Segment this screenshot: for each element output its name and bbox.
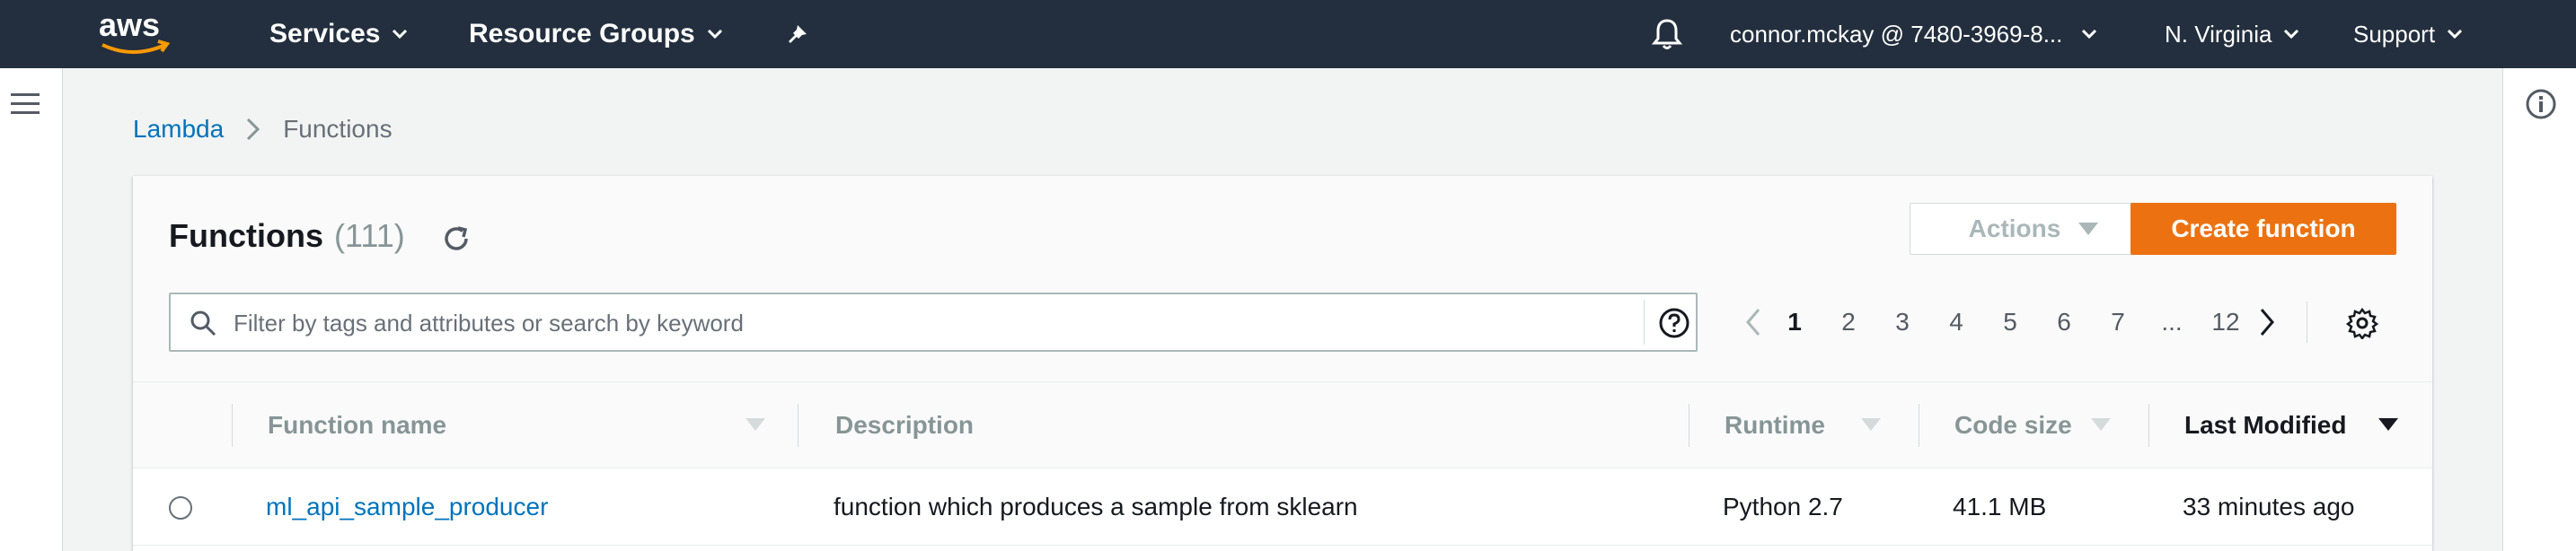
- function-code-size: 41.1 MB: [1953, 493, 2047, 520]
- side-navigation-rail: [0, 68, 63, 551]
- page-7[interactable]: 7: [2091, 308, 2145, 337]
- function-last-modified: 33 minutes ago: [2183, 493, 2355, 520]
- actions-button[interactable]: Actions: [1910, 203, 2157, 255]
- column-header-code-size[interactable]: Code size: [1954, 382, 2072, 468]
- function-runtime: Python 2.7: [1723, 493, 1843, 520]
- notifications-bell-icon[interactable]: [1649, 16, 1685, 52]
- page-3[interactable]: 3: [1875, 308, 1929, 337]
- sort-descending-icon[interactable]: [2378, 418, 2398, 431]
- page-5[interactable]: 5: [1983, 308, 2037, 337]
- chevron-down-icon: [2448, 30, 2463, 39]
- account-label: connor.mckay @ 7480-3969-8...: [1730, 20, 2063, 48]
- support-menu[interactable]: Support: [2353, 0, 2463, 68]
- breadcrumb-current: Functions: [283, 115, 393, 143]
- page-4[interactable]: 4: [1929, 308, 1983, 337]
- table-header: Function name Description Runtime Code s…: [133, 382, 2432, 468]
- functions-panel: Functions (111) Actions Create function: [133, 176, 2432, 551]
- create-function-button[interactable]: Create function: [2130, 203, 2396, 255]
- page-1[interactable]: 1: [1768, 308, 1822, 337]
- help-panel-rail: [2502, 68, 2576, 551]
- resource-groups-label: Resource Groups: [469, 19, 695, 48]
- column-header-function-name[interactable]: Function name: [268, 382, 446, 468]
- column-divider: [2148, 404, 2149, 447]
- top-navigation-bar: aws Services Resource Groups connor.mcka…: [0, 0, 2576, 68]
- chevron-down-icon: [393, 30, 408, 39]
- services-label: Services: [269, 19, 381, 48]
- sort-caret-icon[interactable]: [745, 418, 765, 431]
- refresh-icon[interactable]: [438, 221, 474, 257]
- help-question-icon[interactable]: [1658, 307, 1690, 339]
- resource-groups-menu[interactable]: Resource Groups: [469, 0, 722, 68]
- column-divider: [232, 404, 233, 447]
- table-row[interactable]: ml_api_sample_producer function which pr…: [133, 468, 2432, 546]
- services-menu[interactable]: Services: [269, 0, 408, 68]
- page-2[interactable]: 2: [1822, 308, 1875, 337]
- pagination: 1 2 3 4 5 6 7 ... 12: [1741, 293, 2280, 352]
- functions-count: (111): [334, 217, 405, 254]
- function-description: function which produces a sample from sk…: [834, 493, 1358, 520]
- page-6[interactable]: 6: [2037, 308, 2091, 337]
- breadcrumb-lambda-link[interactable]: Lambda: [133, 115, 224, 144]
- aws-logo-icon[interactable]: aws: [97, 5, 174, 59]
- support-label: Support: [2353, 20, 2436, 48]
- caret-down-icon: [2078, 223, 2099, 235]
- chevron-down-icon: [2284, 30, 2299, 39]
- chevron-right-icon[interactable]: [2253, 306, 2280, 338]
- chevron-right-icon: [247, 118, 260, 141]
- page-ellipsis: ...: [2161, 308, 2183, 336]
- sort-caret-icon[interactable]: [2091, 418, 2111, 431]
- breadcrumb: Lambda Functions: [133, 115, 393, 144]
- pin-icon[interactable]: [783, 18, 814, 48]
- row-select-radio[interactable]: [169, 496, 192, 520]
- gear-icon[interactable]: [2346, 307, 2378, 339]
- info-icon[interactable]: [2525, 88, 2557, 120]
- logo-text: aws: [99, 6, 160, 43]
- search-input[interactable]: [234, 303, 1617, 343]
- column-header-description[interactable]: Description: [835, 382, 974, 468]
- chevron-left-icon[interactable]: [1741, 306, 1768, 338]
- actions-label: Actions: [1968, 214, 2061, 242]
- search-icon: [190, 310, 216, 337]
- page-12[interactable]: 12: [2199, 308, 2253, 337]
- function-name-link[interactable]: ml_api_sample_producer: [266, 468, 548, 546]
- region-label: N. Virginia: [2165, 20, 2272, 48]
- sort-caret-icon[interactable]: [1861, 418, 1881, 431]
- column-header-last-modified[interactable]: Last Modified: [2184, 382, 2346, 468]
- column-header-runtime[interactable]: Runtime: [1725, 382, 1825, 468]
- panel-header: Functions (111) Actions Create function: [133, 176, 2432, 382]
- page-title: Functions: [169, 217, 323, 254]
- chevron-down-icon: [707, 30, 722, 39]
- account-menu[interactable]: connor.mckay @ 7480-3969-8...: [1730, 0, 2097, 68]
- search-divider: [1644, 300, 1645, 345]
- region-menu[interactable]: N. Virginia: [2165, 0, 2299, 68]
- hamburger-menu-icon[interactable]: [11, 92, 40, 117]
- search-box: [169, 293, 1698, 352]
- chevron-down-icon: [2082, 30, 2097, 39]
